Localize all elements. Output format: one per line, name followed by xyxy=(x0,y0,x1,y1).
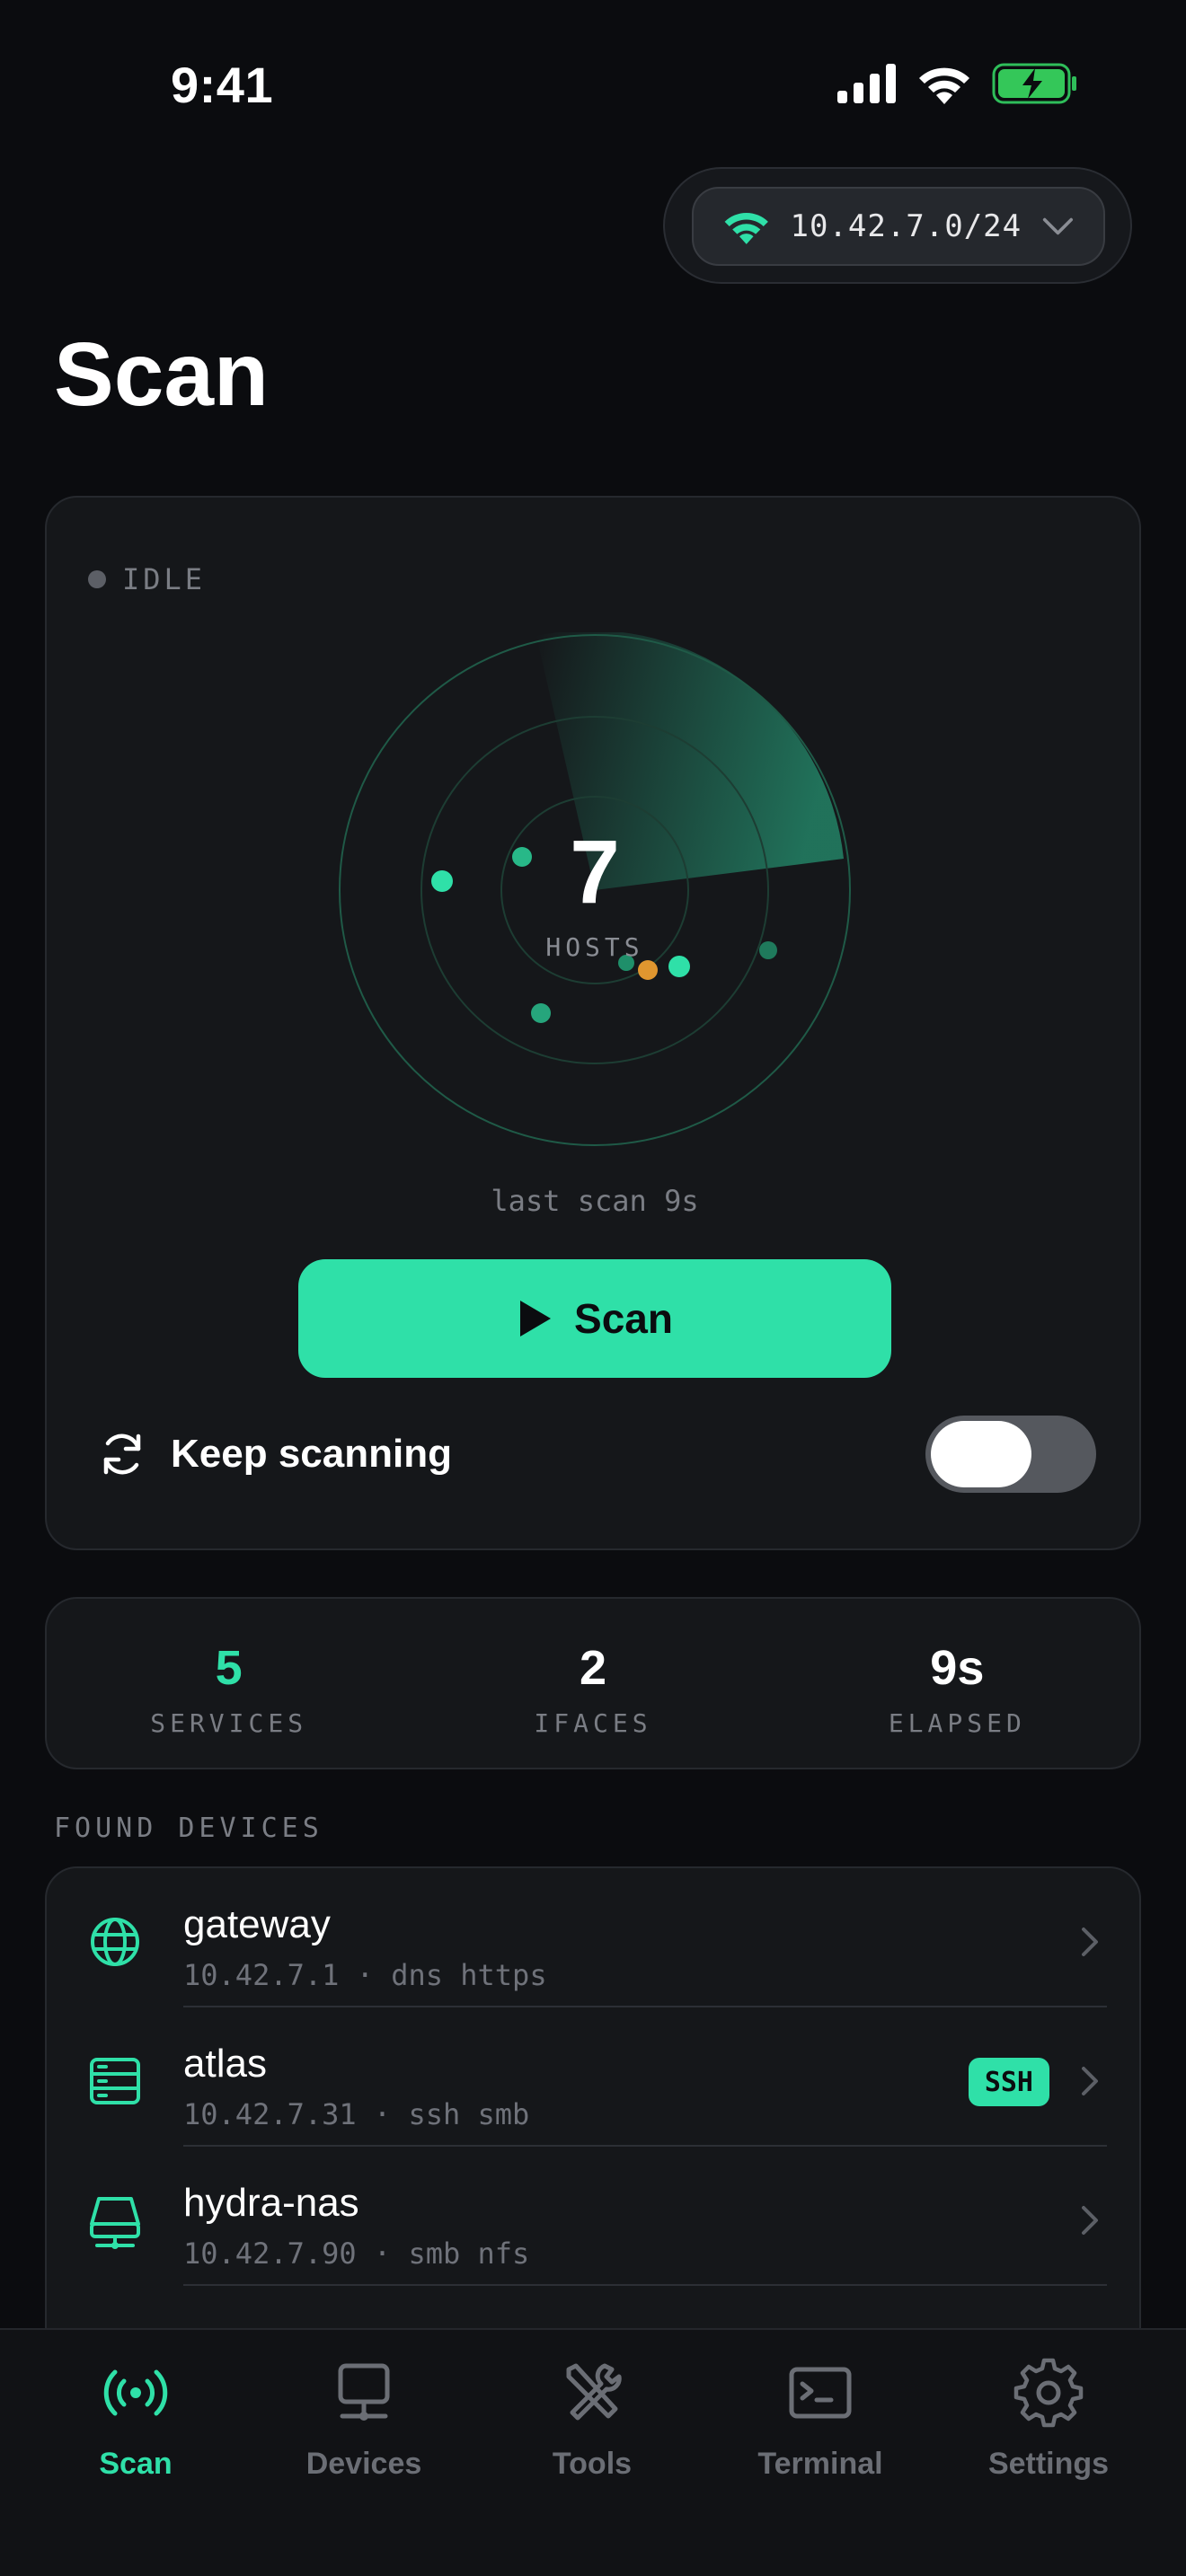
desktop-icon xyxy=(338,2363,390,2421)
device-name: atlas xyxy=(183,2042,267,2086)
found-devices-heading: FOUND DEVICES xyxy=(54,1813,323,1844)
stat-label: IFACES xyxy=(534,1708,652,1738)
keep-scanning-row: Keep scanning xyxy=(97,1414,1096,1495)
device-row-atlas[interactable]: atlas 10.42.7.31 · ssh smb SSH xyxy=(47,2007,1139,2147)
ssh-badge[interactable]: SSH xyxy=(968,2058,1049,2106)
chevron-right-icon xyxy=(1082,1928,1098,1956)
scan-status-text: IDLE xyxy=(122,562,207,596)
tab-tools[interactable]: Tools xyxy=(478,2330,706,2576)
chevron-right-icon xyxy=(1082,2067,1098,2095)
stat-ifaces: 2 IFACES xyxy=(411,1599,774,1768)
host-count: 7 xyxy=(570,822,620,922)
chevron-right-icon xyxy=(1082,2206,1098,2235)
tab-devices[interactable]: Devices xyxy=(250,2330,478,2576)
last-scan-time: last scan 9s xyxy=(491,1184,699,1218)
play-icon xyxy=(520,1301,552,1337)
refresh-icon xyxy=(103,1434,141,1475)
network-selector-container: 10.42.7.0/24 xyxy=(663,167,1132,284)
network-cidr: 10.42.7.0/24 xyxy=(790,208,1022,244)
status-icons xyxy=(837,63,1078,104)
device-row-gateway[interactable]: gateway 10.42.7.1 · dns https xyxy=(47,1868,1139,2007)
keep-scanning-label: Keep scanning xyxy=(171,1432,452,1476)
device-row-hydra-nas[interactable]: hydra-nas 10.42.7.90 · smb nfs xyxy=(47,2147,1139,2286)
tab-scan[interactable]: Scan xyxy=(22,2330,250,2576)
scan-status-badge: IDLE xyxy=(88,562,206,596)
scan-card: IDLE 7 HOSTS last scan 9s Scan Keep scan… xyxy=(45,496,1141,1550)
tools-icon xyxy=(566,2363,622,2421)
toggle-knob xyxy=(931,1421,1031,1487)
tab-label: Terminal xyxy=(757,2447,883,2481)
status-dot xyxy=(88,570,106,588)
scan-button-label: Scan xyxy=(574,1295,673,1342)
stat-label: ELAPSED xyxy=(888,1708,1026,1738)
battery-charging-icon xyxy=(992,63,1076,104)
wifi-icon xyxy=(724,212,768,244)
keep-scanning-toggle[interactable] xyxy=(925,1416,1096,1493)
scan-button[interactable]: Scan xyxy=(298,1259,891,1378)
stat-value: 9s xyxy=(930,1641,985,1695)
tab-label: Tools xyxy=(552,2447,633,2481)
stat-value: 2 xyxy=(579,1641,607,1695)
chevron-down-icon xyxy=(1042,217,1074,235)
device-meta: 10.42.7.90 · smb nfs xyxy=(183,2236,530,2271)
radar-blip xyxy=(531,1003,551,1023)
stat-elapsed: 9s ELAPSED xyxy=(775,1599,1139,1768)
nas-drive-icon xyxy=(90,2197,140,2249)
tab-label: Devices xyxy=(305,2447,422,2481)
tab-label: Scan xyxy=(99,2447,173,2481)
device-name: gateway xyxy=(183,1902,331,1946)
network-selector[interactable]: 10.42.7.0/24 xyxy=(692,187,1105,266)
radar-blip xyxy=(638,960,658,980)
stat-label: SERVICES xyxy=(150,1708,308,1738)
device-meta: 10.42.7.31 · ssh smb xyxy=(183,2097,530,2131)
status-bar: 9:41 xyxy=(0,0,1186,171)
tab-settings[interactable]: Settings xyxy=(934,2330,1163,2576)
tab-bar: Scan Devices Tools Terminal Settings xyxy=(0,2328,1186,2576)
tab-terminal[interactable]: Terminal xyxy=(706,2330,934,2576)
terminal-icon xyxy=(789,2367,852,2419)
radar-antenna-icon xyxy=(103,2369,168,2416)
server-icon xyxy=(90,2058,140,2104)
host-count-label: HOSTS xyxy=(545,932,644,962)
device-name: hydra-nas xyxy=(183,2181,359,2225)
row-divider xyxy=(183,2284,1107,2286)
page-title: Scan xyxy=(54,324,270,425)
globe-icon xyxy=(91,1918,139,1966)
status-time: 9:41 xyxy=(171,57,274,113)
gear-icon xyxy=(1013,2358,1084,2428)
scan-stats-card: 5 SERVICES 2 IFACES 9s ELAPSED xyxy=(45,1597,1141,1769)
signal-icon xyxy=(837,64,896,103)
device-meta: 10.42.7.1 · dns https xyxy=(183,1958,547,1992)
stat-services: 5 SERVICES xyxy=(47,1599,411,1768)
wifi-icon xyxy=(919,67,969,104)
stat-value: 5 xyxy=(215,1641,243,1695)
tab-label: Settings xyxy=(987,2447,1110,2481)
